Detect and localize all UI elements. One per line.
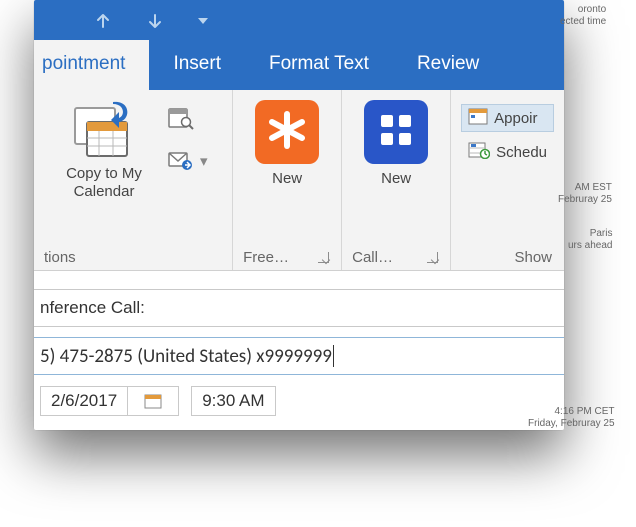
group-show-label: Show (514, 249, 552, 266)
new-free-label: New (272, 170, 302, 188)
appointment-view-button[interactable]: Appoir (461, 104, 554, 132)
external-tz-toronto: oronto ected time (560, 4, 606, 28)
location-field[interactable]: 5) 475-2875 (United States) x9999999 (34, 337, 564, 375)
ext-line: oronto (560, 4, 606, 16)
calendar-copy-icon (69, 100, 139, 165)
tab-format-text[interactable]: Format Text (245, 40, 393, 90)
dialog-launcher-icon[interactable] (427, 252, 438, 263)
external-tz-est: AM EST Februray 25 (558, 182, 612, 206)
new-freeconference-button[interactable]: New (243, 100, 331, 188)
start-date-picker[interactable]: 2/6/2017 (40, 386, 179, 416)
ribbon-group-call: New Call… (342, 90, 451, 270)
external-tz-cet: 4:16 PM CET Friday, Februray 25 (528, 406, 615, 430)
group-call-label: Call… (352, 249, 393, 266)
forward-button[interactable]: ▾ (168, 150, 208, 172)
ribbon-group-actions: Copy to My Calendar (34, 90, 233, 270)
calendar-search-icon (168, 106, 194, 130)
ribbon-group-freeconference: New Free… (233, 90, 342, 270)
ext-line: Paris (568, 228, 612, 240)
redo-down-icon[interactable] (146, 12, 164, 30)
start-time-picker[interactable]: 9:30 AM (191, 386, 275, 416)
dialog-launcher-icon[interactable] (318, 252, 329, 263)
group-free-label: Free… (243, 249, 289, 266)
subject-field[interactable]: nference Call: (34, 289, 564, 327)
tab-review[interactable]: Review (393, 40, 503, 90)
copy-label-2: Calendar (74, 183, 135, 201)
calendar-search-button[interactable] (168, 106, 208, 130)
appointment-view-label: Appoir (494, 110, 537, 127)
calendar-small-icon (468, 107, 488, 129)
outlook-appointment-window: pointment Insert Format Text Review (34, 0, 564, 430)
ext-line: Februray 25 (558, 194, 612, 206)
start-date-value: 2/6/2017 (41, 391, 127, 411)
text-cursor (333, 345, 334, 367)
qat-dropdown-icon[interactable] (198, 18, 208, 24)
scheduling-view-button[interactable]: Schedu (461, 138, 554, 166)
group-actions-label: tions (44, 249, 76, 266)
chevron-down-icon: ▾ (200, 152, 208, 170)
grid-icon (377, 111, 415, 154)
ext-line: ected time (560, 16, 606, 28)
calendar-picker-icon[interactable] (127, 387, 178, 415)
new-call-label: New (381, 170, 411, 188)
start-time-value: 9:30 AM (192, 391, 274, 411)
copy-to-my-calendar-button[interactable]: Copy to My Calendar (44, 100, 164, 201)
subject-value: nference Call: (40, 298, 145, 318)
copy-label-1: Copy to My (66, 165, 142, 183)
scheduling-view-label: Schedu (496, 144, 547, 161)
scheduling-icon (468, 141, 490, 163)
start-time-row: 2/6/2017 9:30 AM (34, 385, 564, 417)
ext-line: AM EST (558, 182, 612, 194)
ribbon-tabstrip: pointment Insert Format Text Review (34, 42, 564, 90)
forward-mail-icon (168, 150, 194, 172)
tab-insert[interactable]: Insert (149, 40, 245, 90)
ribbon: Copy to My Calendar (34, 90, 564, 271)
ext-line: 4:16 PM CET (528, 406, 615, 418)
new-call-button[interactable]: New (352, 100, 440, 188)
tab-appointment[interactable]: pointment (34, 40, 149, 90)
ext-line: urs ahead (568, 240, 612, 252)
appointment-form: nference Call: 5) 475-2875 (United State… (34, 271, 564, 417)
location-value: 5) 475-2875 (United States) x9999999 (40, 345, 332, 368)
quick-access-toolbar (34, 0, 564, 42)
external-tz-paris: Paris urs ahead (568, 228, 612, 252)
asterisk-icon (267, 110, 307, 155)
ext-line: Friday, Februray 25 (528, 418, 615, 430)
ribbon-group-show: Appoir (451, 90, 564, 270)
undo-up-icon[interactable] (94, 12, 112, 30)
